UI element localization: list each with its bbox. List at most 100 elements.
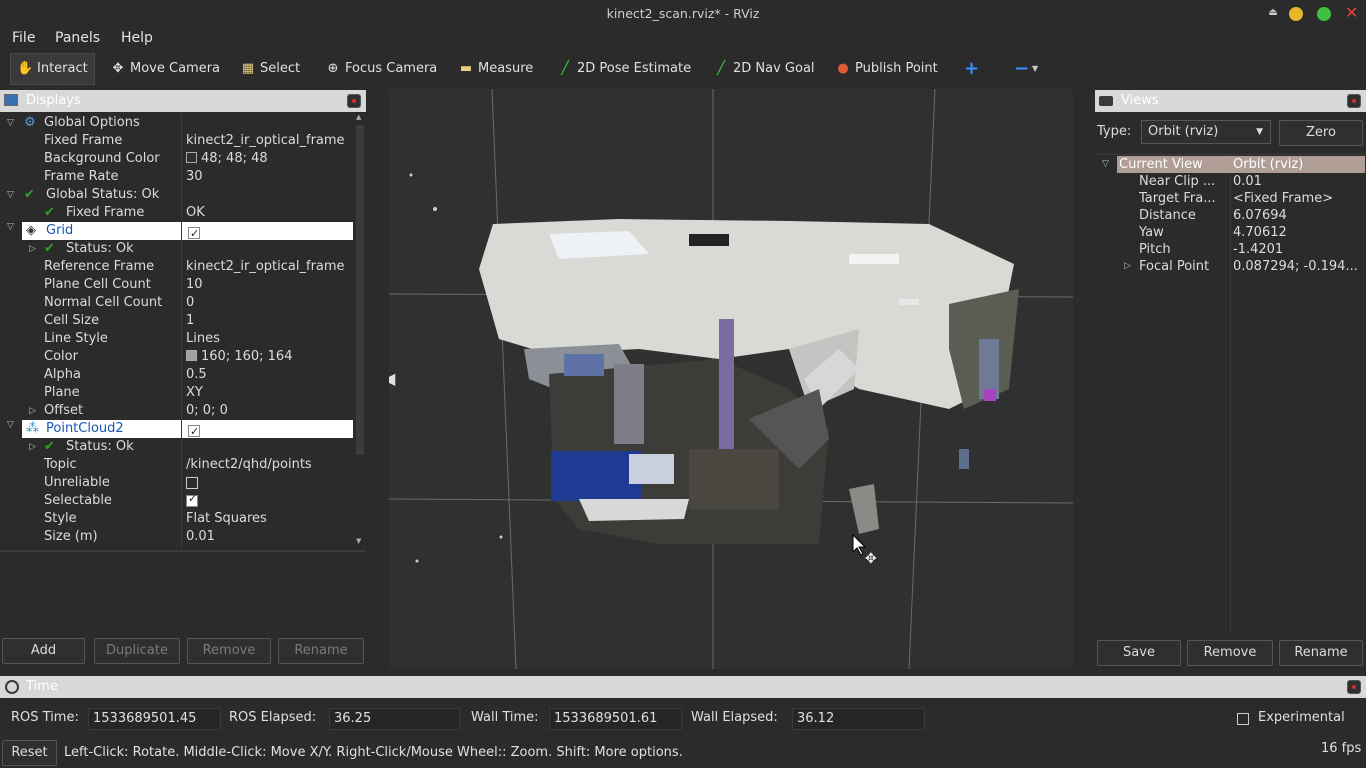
selectable-checkbox[interactable]: [186, 495, 198, 507]
focus-camera-tool[interactable]: ⊕ Focus Camera: [325, 54, 438, 84]
tree-row-normal-cell-count[interactable]: Normal Cell Count 0: [0, 294, 353, 312]
remove-display-button[interactable]: Remove: [187, 638, 271, 664]
zero-button[interactable]: Zero: [1279, 120, 1363, 146]
tree-row-reference-frame[interactable]: Reference Frame kinect2_ir_optical_frame: [0, 258, 353, 276]
publish-point-tool[interactable]: ● Publish Point: [835, 54, 937, 84]
tree-row-plane-cell-count[interactable]: Plane Cell Count 10: [0, 276, 353, 294]
collapse-arrow-icon[interactable]: ▽: [7, 222, 14, 232]
menu-panels[interactable]: Panels: [55, 30, 100, 46]
tree-row-target-frame[interactable]: Target Fra... <Fixed Frame>: [1095, 190, 1366, 207]
tree-row-distance[interactable]: Distance 6.07694: [1095, 207, 1366, 224]
close-icon[interactable]: [1347, 94, 1361, 108]
reset-button[interactable]: Reset: [2, 740, 57, 766]
expand-arrow-icon[interactable]: ▷: [1124, 258, 1131, 275]
map-pin-icon: ●: [837, 61, 849, 76]
expand-arrow-icon[interactable]: ▷: [29, 438, 36, 456]
nav-goal-tool[interactable]: ╱ 2D Nav Goal: [713, 54, 814, 84]
tree-row-cell-size[interactable]: Cell Size 1: [0, 312, 353, 330]
time-panel: Time ROS Time: 1533689501.45 ROS Elapsed…: [0, 676, 1366, 768]
color-swatch[interactable]: [186, 350, 197, 361]
close-icon[interactable]: [347, 94, 361, 108]
measure-tool[interactable]: ▬ Measure: [458, 54, 533, 84]
tree-row-size[interactable]: Size (m) 0.01: [0, 528, 353, 546]
tree-row-global-options[interactable]: ▽ ⚙ Global Options: [0, 114, 353, 132]
pointcloud-icon: ⁂: [26, 421, 39, 436]
wall-elapsed-field[interactable]: 36.12: [792, 708, 925, 730]
add-tool-button[interactable]: +: [964, 54, 979, 84]
add-display-button[interactable]: Add: [2, 638, 85, 664]
collapse-arrow-icon[interactable]: ▽: [7, 114, 14, 132]
scroll-up-icon[interactable]: ▲: [356, 113, 361, 121]
ros-elapsed-field[interactable]: 36.25: [329, 708, 460, 730]
chevron-down-icon[interactable]: ▼: [1032, 54, 1038, 84]
save-view-button[interactable]: Save: [1097, 640, 1181, 666]
tree-row-pointcloud-status[interactable]: ▷ ✔ Status: Ok: [0, 438, 353, 456]
remove-tool-button[interactable]: −: [1014, 54, 1029, 84]
collapse-arrow-icon[interactable]: ▽: [7, 186, 14, 204]
tree-row-focal-point[interactable]: ▷ Focal Point 0.087294; -0.194...: [1095, 258, 1366, 275]
close-icon[interactable]: [1347, 680, 1361, 694]
checkmark-icon: ✔: [24, 187, 35, 202]
views-title: Views: [1121, 93, 1159, 108]
tree-row-yaw[interactable]: Yaw 4.70612: [1095, 224, 1366, 241]
grid-enabled-checkbox[interactable]: [188, 225, 200, 243]
view-type-select[interactable]: Orbit (rviz) ▼: [1141, 120, 1271, 144]
maximize-button[interactable]: [1317, 7, 1331, 21]
displays-tree: ▽ ⚙ Global Options Fixed Frame kinect2_ir_o…: [0, 113, 366, 548]
interact-tool[interactable]: ✋ Interact: [10, 53, 95, 85]
3d-viewport[interactable]: ◀ ▶ ✥: [389, 89, 1073, 669]
tree-row-unreliable[interactable]: Unreliable: [0, 474, 353, 492]
ros-time-field[interactable]: 1533689501.45: [88, 708, 221, 730]
tree-row-background-color[interactable]: Background Color 48; 48; 48: [0, 150, 353, 168]
select-tool[interactable]: ▦ Select: [240, 54, 300, 84]
tree-row-alpha[interactable]: Alpha 0.5: [0, 366, 353, 384]
scroll-down-icon[interactable]: ▼: [356, 537, 361, 545]
color-swatch[interactable]: [186, 152, 197, 163]
svg-text:✥: ✥: [865, 551, 877, 567]
eject-icon[interactable]: ⏏: [1268, 8, 1278, 18]
duplicate-display-button[interactable]: Duplicate: [94, 638, 180, 664]
tree-row-frame-rate[interactable]: Frame Rate 30: [0, 168, 353, 186]
expand-arrow-icon[interactable]: ▷: [29, 402, 36, 420]
tree-row-color[interactable]: Color 160; 160; 164: [0, 348, 353, 366]
tree-row-fixed-frame-status[interactable]: ✔ Fixed Frame OK: [0, 204, 353, 222]
tree-row-pointcloud2[interactable]: ⁂ PointCloud2: [22, 420, 353, 441]
tree-row-grid[interactable]: ◈ Grid: [22, 222, 353, 243]
hand-icon: ✋: [17, 61, 34, 76]
tree-row-offset[interactable]: ▷ Offset 0; 0; 0: [0, 402, 353, 420]
tree-row-selectable[interactable]: Selectable: [0, 492, 353, 510]
tree-row-current-view[interactable]: Current View Orbit (rviz): [1117, 156, 1365, 173]
tree-row-pitch[interactable]: Pitch -1.4201: [1095, 241, 1366, 258]
panel-splitter[interactable]: [0, 550, 366, 552]
collapse-arrow-icon[interactable]: ▽: [7, 420, 14, 430]
tree-row-topic[interactable]: Topic/kinect2/qhd/points: [0, 456, 353, 474]
unreliable-checkbox[interactable]: [186, 477, 198, 489]
pose-estimate-tool[interactable]: ╱ 2D Pose Estimate: [557, 54, 691, 84]
collapse-left-icon[interactable]: ◀: [389, 369, 396, 388]
rename-view-button[interactable]: Rename: [1279, 640, 1363, 666]
menu-file[interactable]: File: [12, 30, 35, 46]
tree-row-fixed-frame[interactable]: Fixed Frame kinect2_ir_optical_frame: [0, 132, 353, 150]
scrollbar-thumb[interactable]: [356, 125, 364, 455]
wall-time-field[interactable]: 1533689501.61: [549, 708, 682, 730]
menu-help[interactable]: Help: [121, 30, 153, 46]
point-cloud-render[interactable]: ◀ ▶ ✥: [389, 89, 1073, 669]
vertical-scrollbar[interactable]: ▲ ▼: [354, 113, 366, 548]
crosshair-icon: ⊕: [327, 61, 339, 76]
minimize-button[interactable]: [1289, 7, 1303, 21]
tree-row-global-status[interactable]: ▽ ✔ Global Status: Ok: [0, 186, 353, 204]
rename-display-button[interactable]: Rename: [278, 638, 364, 664]
expand-arrow-icon[interactable]: ▷: [29, 240, 36, 258]
tree-row-line-style[interactable]: Line Style Lines: [0, 330, 353, 348]
experimental-checkbox[interactable]: [1237, 713, 1249, 725]
close-button[interactable]: ✕: [1345, 5, 1358, 21]
remove-view-button[interactable]: Remove: [1187, 640, 1273, 666]
tree-row-near-clip[interactable]: Near Clip ... 0.01: [1095, 173, 1366, 190]
pointcloud-enabled-checkbox[interactable]: [188, 423, 200, 441]
chevron-down-icon[interactable]: ▼: [1256, 121, 1263, 143]
move-camera-tool[interactable]: ✥ Move Camera: [110, 54, 220, 84]
tree-row-plane[interactable]: Plane XY: [0, 384, 353, 402]
tree-row-grid-status[interactable]: ▷ ✔ Status: Ok: [0, 240, 353, 258]
tree-row-style[interactable]: Style Flat Squares: [0, 510, 353, 528]
collapse-arrow-icon[interactable]: ▽: [1102, 156, 1109, 173]
